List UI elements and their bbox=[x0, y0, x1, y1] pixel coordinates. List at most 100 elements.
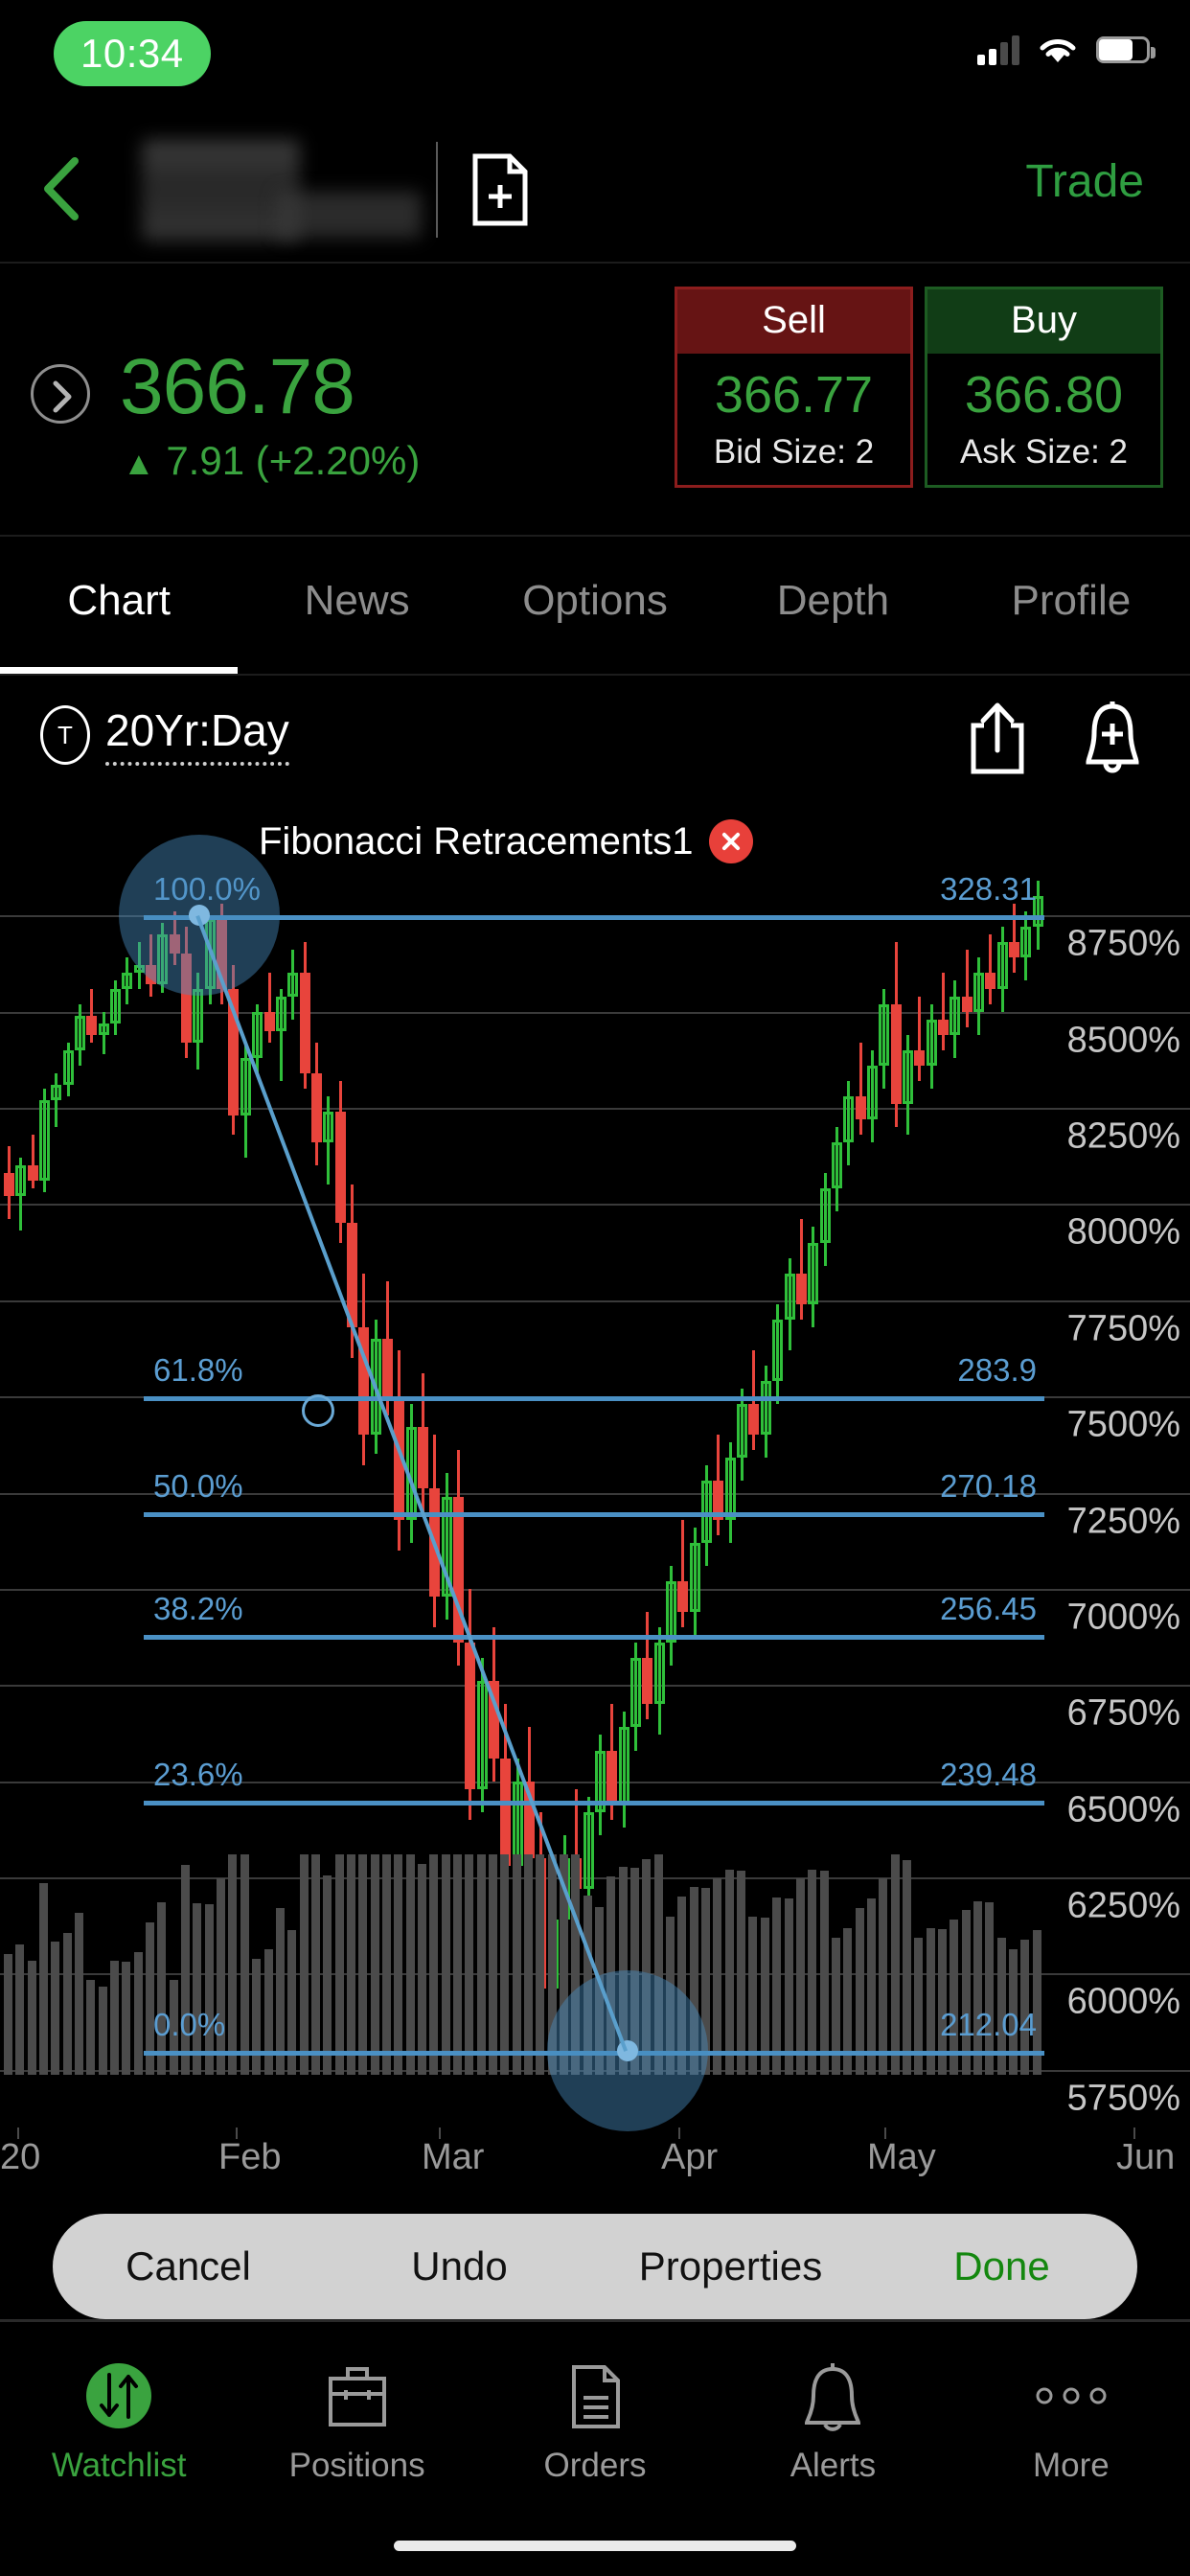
back-chevron-icon[interactable] bbox=[38, 155, 82, 222]
fibonacci-level-value: 270.18 bbox=[940, 1468, 1037, 1505]
change-value: 7.91 (+2.20%) bbox=[166, 438, 420, 483]
y-axis-label: 7750% bbox=[1067, 1308, 1180, 1349]
y-axis-label: 7250% bbox=[1067, 1501, 1180, 1542]
x-axis-tick bbox=[439, 2128, 441, 2139]
bottom-nav-orders[interactable]: Orders bbox=[476, 2322, 714, 2576]
share-up-icon[interactable] bbox=[968, 701, 1027, 775]
volume-bar bbox=[51, 1942, 59, 2075]
undo-button[interactable]: Undo bbox=[324, 2243, 595, 2289]
volume-bar bbox=[737, 1871, 745, 2075]
buy-button[interactable]: Buy 366.80 Ask Size: 2 bbox=[925, 287, 1163, 488]
ask-price: 366.80 bbox=[927, 367, 1160, 424]
volume-bar bbox=[418, 1864, 426, 2075]
fibonacci-midpoint-handle[interactable] bbox=[302, 1394, 334, 1427]
fibonacci-level-value: 283.9 bbox=[957, 1352, 1037, 1389]
y-axis-label: 8500% bbox=[1067, 1020, 1180, 1061]
chart-x-axis: 20FebMarAprMayJun bbox=[0, 2137, 1190, 2195]
volume-bar bbox=[973, 1901, 982, 2076]
bottom-nav-alerts[interactable]: Alerts bbox=[714, 2322, 951, 2576]
chevron-right-circle-icon[interactable] bbox=[31, 364, 90, 424]
timeframe-selector[interactable]: T 20Yr:Day bbox=[40, 704, 289, 766]
sell-button[interactable]: Sell 366.77 Bid Size: 2 bbox=[675, 287, 913, 488]
y-axis-label: 8000% bbox=[1067, 1212, 1180, 1254]
y-axis-label: 6000% bbox=[1067, 1982, 1180, 2023]
trading-app-screen: 10:34 Trade bbox=[0, 0, 1190, 2576]
close-circle-icon[interactable] bbox=[709, 819, 753, 863]
tab-depth[interactable]: Depth bbox=[714, 537, 951, 674]
properties-button[interactable]: Properties bbox=[595, 2243, 866, 2289]
fibonacci-level-percent: 50.0% bbox=[153, 1468, 243, 1505]
volume-bar bbox=[28, 1961, 36, 2075]
chart-gridline bbox=[0, 1204, 1190, 1206]
volume-bar bbox=[134, 1952, 143, 2075]
bottom-nav-label: More bbox=[1033, 2447, 1110, 2485]
volume-bar bbox=[513, 1854, 521, 2075]
buy-label: Buy bbox=[927, 289, 1160, 354]
y-axis-label: 8250% bbox=[1067, 1116, 1180, 1157]
change-arrow-icon: ▲ bbox=[123, 446, 155, 482]
tab-news[interactable]: News bbox=[238, 537, 475, 674]
volume-bar bbox=[489, 1854, 497, 2075]
document-add-icon[interactable] bbox=[471, 153, 529, 226]
volume-bar bbox=[879, 1878, 887, 2075]
volume-bar bbox=[524, 1854, 533, 2075]
volume-bar bbox=[157, 1902, 166, 2075]
briefcase-icon bbox=[317, 2353, 398, 2439]
volume-bar bbox=[772, 1898, 781, 2075]
tab-profile[interactable]: Profile bbox=[952, 537, 1190, 674]
status-bar: 10:34 bbox=[0, 0, 1190, 115]
done-button[interactable]: Done bbox=[866, 2243, 1137, 2289]
chart-toolbar: T 20Yr:Day bbox=[0, 676, 1190, 800]
quote-panel: 366.78 ▲ 7.91 (+2.20%) Sell 366.77 Bid S… bbox=[0, 265, 1190, 537]
y-axis-label: 7000% bbox=[1067, 1597, 1180, 1638]
fibonacci-level-line[interactable] bbox=[144, 1512, 1044, 1517]
cancel-button[interactable]: Cancel bbox=[53, 2243, 324, 2289]
bottom-nav-more[interactable]: More bbox=[952, 2322, 1190, 2576]
volume-bar bbox=[335, 1854, 344, 2075]
volume-bar bbox=[228, 1854, 237, 2075]
volume-bar bbox=[181, 1865, 190, 2075]
drawing-action-bar: Cancel Undo Properties Done bbox=[53, 2214, 1137, 2319]
fibonacci-title-label: Fibonacci Retracements1 bbox=[259, 820, 694, 863]
fibonacci-level-value: 212.04 bbox=[940, 2007, 1037, 2043]
chart-gridline bbox=[0, 1300, 1190, 1302]
bottom-nav-positions[interactable]: Positions bbox=[238, 2322, 475, 2576]
volume-bar bbox=[39, 1883, 48, 2075]
ask-size: Ask Size: 2 bbox=[927, 433, 1160, 472]
bell-add-icon[interactable] bbox=[1083, 701, 1142, 775]
volume-bar bbox=[99, 1987, 107, 2075]
volume-bar bbox=[465, 1854, 473, 2075]
fibonacci-level-percent: 23.6% bbox=[153, 1757, 243, 1793]
symbol-redacted bbox=[142, 140, 300, 241]
y-axis-label: 5750% bbox=[1067, 2078, 1180, 2119]
last-price: 366.78 bbox=[120, 342, 355, 432]
tab-chart[interactable]: Chart bbox=[0, 537, 238, 674]
section-tabs: ChartNewsOptionsDepthProfile bbox=[0, 537, 1190, 676]
bottom-nav-watchlist[interactable]: Watchlist bbox=[0, 2322, 238, 2576]
chart-gridline bbox=[0, 1108, 1190, 1110]
volume-bar bbox=[205, 1904, 214, 2075]
wifi-icon bbox=[1037, 34, 1079, 65]
bottom-nav-label: Positions bbox=[289, 2447, 425, 2485]
symbol-subtitle-redacted bbox=[278, 192, 422, 238]
fibonacci-level-value: 256.45 bbox=[940, 1591, 1037, 1627]
volume-bar bbox=[713, 1878, 721, 2075]
fibonacci-level-percent: 38.2% bbox=[153, 1591, 243, 1627]
x-axis-label: May bbox=[867, 2137, 936, 2178]
volume-bar bbox=[820, 1871, 829, 2075]
chart-gridline bbox=[0, 1685, 1190, 1687]
volume-bar bbox=[867, 1898, 876, 2075]
price-chart[interactable]: Fibonacci Retracements1 20FebMarAprMayJu… bbox=[0, 800, 1190, 2195]
bid-price: 366.77 bbox=[677, 367, 910, 424]
volume-bar bbox=[63, 1933, 72, 2076]
fibonacci-level-line[interactable] bbox=[144, 1801, 1044, 1806]
trade-button[interactable]: Trade bbox=[1025, 155, 1144, 208]
timeframe-label: 20Yr:Day bbox=[105, 704, 289, 766]
volume-bar bbox=[891, 1854, 900, 2075]
tab-options[interactable]: Options bbox=[476, 537, 714, 674]
fibonacci-level-line[interactable] bbox=[144, 1396, 1044, 1401]
fibonacci-level-line[interactable] bbox=[144, 1635, 1044, 1640]
chart-gridline bbox=[0, 1877, 1190, 1879]
volume-bar bbox=[903, 1860, 911, 2075]
fibonacci-level-value: 239.48 bbox=[940, 1757, 1037, 1793]
